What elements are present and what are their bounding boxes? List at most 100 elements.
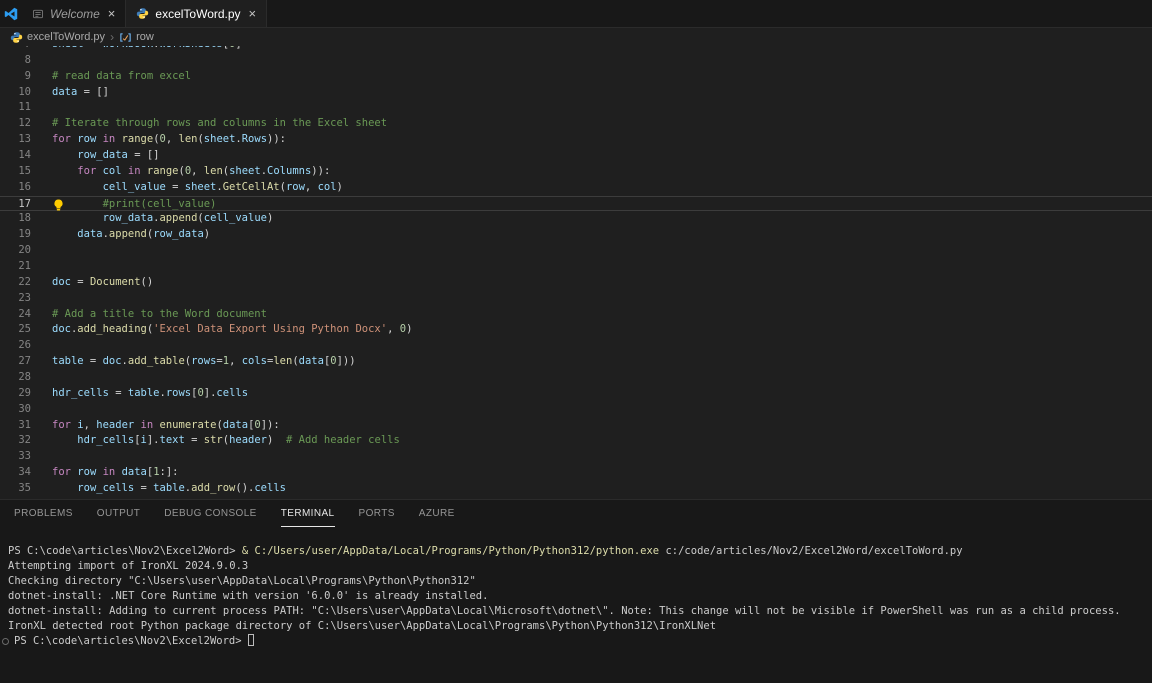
panel-tab-debug-console[interactable]: DEBUG CONSOLE — [164, 500, 256, 527]
terminal-line: Attempting import of IronXL 2024.9.0.3 — [8, 559, 1152, 574]
panel-tab-problems[interactable]: PROBLEMS — [14, 500, 73, 527]
line-number: 30 — [0, 402, 31, 418]
vscode-logo-icon[interactable] — [0, 0, 22, 27]
breadcrumb-symbol[interactable]: row — [136, 31, 154, 43]
code-line[interactable]: 28 — [0, 370, 1152, 386]
line-number: 10 — [0, 85, 31, 101]
terminal-line: dotnet-install: Adding to current proces… — [8, 604, 1152, 619]
terminal-line: IronXL detected root Python package dire… — [8, 619, 1152, 634]
line-number: 13 — [0, 132, 31, 148]
line-number: 11 — [0, 100, 31, 116]
line-number: 22 — [0, 275, 31, 291]
code-text: # Iterate through rows and columns in th… — [52, 116, 387, 132]
line-number: 35 — [0, 481, 31, 497]
line-number: 19 — [0, 227, 31, 243]
panel-tab-bar: PROBLEMS OUTPUT DEBUG CONSOLE TERMINAL PORTS… — [0, 500, 1152, 527]
code-text: doc = Document() — [52, 275, 153, 291]
code-line[interactable]: 18 row_data.append(cell_value) — [0, 211, 1152, 227]
line-number: 25 — [0, 322, 31, 338]
code-line[interactable]: 32 hdr_cells[i].text = str(header) # Add… — [0, 433, 1152, 449]
line-number: 33 — [0, 449, 31, 465]
line-number: 23 — [0, 291, 31, 307]
line-number: 32 — [0, 433, 31, 449]
code-text: hdr_cells = table.rows[0].cells — [52, 386, 248, 402]
code-line[interactable]: 26 — [0, 338, 1152, 354]
code-line[interactable]: 30 — [0, 402, 1152, 418]
code-line[interactable]: 25doc.add_heading('Excel Data Export Usi… — [0, 322, 1152, 338]
close-icon[interactable]: × — [249, 7, 257, 20]
code-line[interactable]: 8 — [0, 53, 1152, 69]
code-line[interactable]: 34for row in data[1:]: — [0, 465, 1152, 481]
vscode-window: Welcome×excelToWord.py× excelToWord.py ›… — [0, 0, 1152, 683]
code-line[interactable]: 10 data = [] — [0, 85, 1152, 101]
terminal-cursor[interactable] — [248, 634, 254, 646]
panel-tab-ports[interactable]: PORTS — [359, 500, 395, 527]
code-text: data.append(row_data) — [52, 227, 210, 243]
command-decoration-icon — [2, 638, 9, 645]
terminal-line: PS C:\code\articles\Nov2\Excel2Word> & C… — [8, 544, 1152, 559]
code-text: hdr_cells[i].text = str(header) # Add he… — [52, 433, 400, 449]
code-line[interactable]: 22 doc = Document() — [0, 275, 1152, 291]
code-line[interactable]: 24 # Add a title to the Word document — [0, 307, 1152, 323]
terminal-output[interactable]: PS C:\code\articles\Nov2\Excel2Word> & C… — [0, 527, 1152, 649]
tab-label: excelToWord.py — [155, 7, 240, 21]
code-line[interactable]: 35 row_cells = table.add_row().cells — [0, 481, 1152, 497]
code-text: cell_value = sheet.GetCellAt(row, col) — [52, 180, 343, 196]
line-number: 8 — [0, 53, 31, 69]
line-number: 26 — [0, 338, 31, 354]
code-line[interactable]: 16 cell_value = sheet.GetCellAt(row, col… — [0, 180, 1152, 196]
code-line[interactable]: 14 row_data = [] — [0, 148, 1152, 164]
line-number: 17 — [0, 197, 31, 211]
panel-tab-output[interactable]: OUTPUT — [97, 500, 141, 527]
code-line[interactable]: 15 for col in range(0, len(sheet.Columns… — [0, 164, 1152, 180]
line-number: 27 — [0, 354, 31, 370]
code-line[interactable]: 21 — [0, 259, 1152, 275]
terminal-prompt-line[interactable]: PS C:\code\articles\Nov2\Excel2Word> — [8, 634, 1152, 649]
bottom-panel: PROBLEMS OUTPUT DEBUG CONSOLE TERMINAL PORTS… — [0, 499, 1152, 683]
breadcrumb-file[interactable]: excelToWord.py — [27, 31, 105, 43]
code-line[interactable]: 27table = doc.add_table(rows=1, cols=len… — [0, 354, 1152, 370]
code-text: for i, header in enumerate(data[0]): — [52, 418, 280, 434]
code-line[interactable]: 13 for row in range(0, len(sheet.Rows)): — [0, 132, 1152, 148]
code-line[interactable]: 17 #print(cell_value) — [0, 196, 1152, 212]
code-text: for row in data[1:]: — [52, 465, 179, 481]
code-text: for row in range(0, len(sheet.Rows)): — [52, 132, 286, 148]
line-number: 9 — [0, 69, 31, 85]
panel-tab-azure[interactable]: AZURE — [419, 500, 455, 527]
panel-tab-terminal[interactable]: TERMINAL — [281, 500, 335, 527]
code-line[interactable]: 19 data.append(row_data) — [0, 227, 1152, 243]
code-line[interactable]: 33 — [0, 449, 1152, 465]
code-line[interactable]: 9# read data from excel — [0, 69, 1152, 85]
editor-tab-bar: Welcome× excelToWord.py × — [0, 0, 1152, 28]
line-number: 29 — [0, 386, 31, 402]
line-number: 15 — [0, 164, 31, 180]
code-line[interactable]: 29 hdr_cells = table.rows[0].cells — [0, 386, 1152, 402]
code-line[interactable]: 20 — [0, 243, 1152, 259]
line-number: 18 — [0, 211, 31, 227]
code-line[interactable]: 23 — [0, 291, 1152, 307]
terminal-line: Checking directory "C:\Users\user\AppDat… — [8, 574, 1152, 589]
line-number: 24 — [0, 307, 31, 323]
code-text: #print(cell_value) — [52, 197, 216, 211]
line-number: 20 — [0, 243, 31, 259]
close-icon[interactable]: × — [108, 7, 116, 20]
terminal-line: dotnet-install: .NET Core Runtime with v… — [8, 589, 1152, 604]
code-text: # Add a title to the Word document — [52, 307, 267, 323]
code-line[interactable]: 31 for i, header in enumerate(data[0]): — [0, 418, 1152, 434]
code-text: row_data = [] — [52, 148, 159, 164]
code-text: sheet = workbook.WorkSheets[0] — [52, 46, 242, 53]
code-line[interactable]: 11 — [0, 100, 1152, 116]
python-file-icon — [136, 7, 149, 20]
line-number: 7 — [0, 46, 31, 53]
code-text: for col in range(0, len(sheet.Columns)): — [52, 164, 330, 180]
code-editor[interactable]: 7 sheet = workbook.WorkSheets[0] 89# read … — [0, 46, 1152, 499]
editor-tabs: Welcome× excelToWord.py × — [22, 0, 267, 27]
line-number: 31 — [0, 418, 31, 434]
line-number: 12 — [0, 116, 31, 132]
code-line[interactable]: 7 sheet = workbook.WorkSheets[0] — [0, 46, 1152, 53]
code-line[interactable]: 12 # Iterate through rows and columns in … — [0, 116, 1152, 132]
code-text: data = [] — [52, 85, 109, 101]
line-number: 16 — [0, 180, 31, 196]
tab-exceltoword-py[interactable]: excelToWord.py × — [126, 0, 267, 27]
tab-welcome[interactable]: Welcome× — [22, 0, 126, 27]
